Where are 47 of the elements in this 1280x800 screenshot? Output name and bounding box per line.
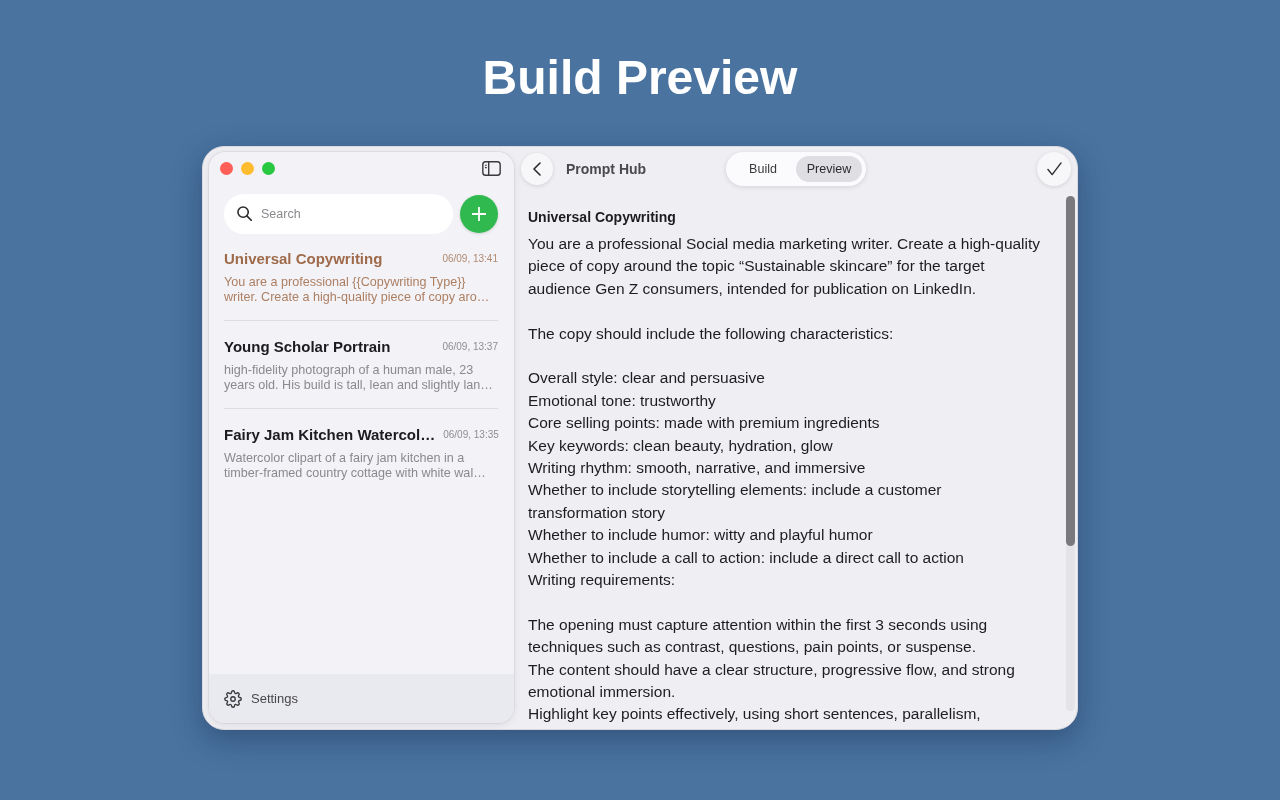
document-paragraph: Whether to include humor: witty and playful humor <box>528 525 874 546</box>
window-minimize-icon[interactable] <box>241 161 254 175</box>
prompt-item[interactable]: Young Scholar Portrain 06/09, 13:37 high-fidelity photograph of a human male, 23 years old. His build is tall, lean and slightly lan… <box>224 320 498 408</box>
prompt-preview: high-fidelity photograph of a human male, 23 years old. His build is tall, lean and slightly lan… <box>224 363 494 393</box>
document-paragraph: Highlight key points effectively, using short sentences, parallelism, <box>528 704 982 725</box>
add-button[interactable] <box>460 195 498 233</box>
search-field[interactable]: Search <box>224 194 453 234</box>
prompt-title: Fairy Jam Kitchen Watercol… <box>224 425 436 443</box>
document-paragraph: You are a professional Social media marketing writer. Create a high-quality piece of copy around the topic “Sustainable skincare” for the target audience Gen Z consumers, intended for publication on LinkedIn. <box>528 234 1042 299</box>
search-icon <box>237 206 252 221</box>
prompt-preview: You are a professional {{Copywriting Type}} writer. Create a high-quality piece of copy aro… <box>224 275 491 305</box>
done-button[interactable] <box>1037 152 1071 186</box>
checkmark-icon <box>1046 162 1062 176</box>
settings-button[interactable]: Settings <box>224 689 298 708</box>
document-paragraph: Core selling points: made with premium ingredients <box>528 413 881 434</box>
document-paragraph: Key keywords: clean beauty, hydration, glow <box>528 435 834 456</box>
document-paragraph: The opening must capture attention within the first 3 seconds using techniques such as contrast, questions, pain points, or suspense. <box>528 614 989 658</box>
document-paragraph: Whether to include storytelling elements: include a customer transformation story <box>528 480 943 523</box>
window-maximize-icon[interactable] <box>262 161 275 175</box>
scrollbar[interactable] <box>1066 196 1075 711</box>
scrollbar-thumb[interactable] <box>1066 196 1075 547</box>
prompt-title: Universal Copywriting <box>224 249 383 267</box>
document-paragraph: Overall style: clear and persuasive <box>528 368 766 389</box>
document-paragraph: Writing rhythm: smooth, narrative, and immersive <box>528 458 867 479</box>
gear-icon <box>224 689 242 708</box>
document-paragraph: Writing requirements: <box>528 570 676 591</box>
prompt-date: 06/09, 13:41 <box>442 252 498 264</box>
document-paragraph: The copy should include the following characteristics: <box>528 323 895 344</box>
back-button[interactable] <box>521 153 553 185</box>
document-paragraph: Whether to include a call to action: include a direct call to action <box>528 547 965 568</box>
document-title: Universal Copywriting <box>528 208 677 227</box>
prompt-item[interactable]: Fairy Jam Kitchen Watercol… 06/09, 13:35 Watercolor clipart of a fairy jam kitchen in a timber-framed country cottage with white wal… <box>224 408 498 496</box>
header-title: Prompt Hub <box>566 161 647 177</box>
window-close-icon[interactable] <box>220 161 233 175</box>
mode-tab[interactable]: Preview <box>796 156 862 182</box>
plus-icon <box>472 207 486 221</box>
prompt-item[interactable]: Universal Copywriting 06/09, 13:41 You are a professional {{Copywriting Type}} writer. Create a high-quality piece of copy aro… <box>224 234 498 320</box>
page-heading: Build Preview <box>482 50 798 106</box>
chevron-left-icon <box>533 162 541 176</box>
sidebar-toggle-icon[interactable] <box>482 160 501 176</box>
document-paragraph: The content should have a clear structure, progressive flow, and strong emotional immersion. <box>528 659 1016 703</box>
document-paragraph: Emotional tone: trustworthy <box>528 390 717 411</box>
prompt-date: 06/09, 13:35 <box>443 428 499 440</box>
prompt-date: 06/09, 13:37 <box>442 340 498 352</box>
mode-tab[interactable]: Build <box>730 156 796 182</box>
prompt-preview: Watercolor clipart of a fairy jam kitchen in a timber-framed country cottage with white wal… <box>224 451 487 481</box>
prompt-title: Young Scholar Portrain <box>224 337 391 355</box>
